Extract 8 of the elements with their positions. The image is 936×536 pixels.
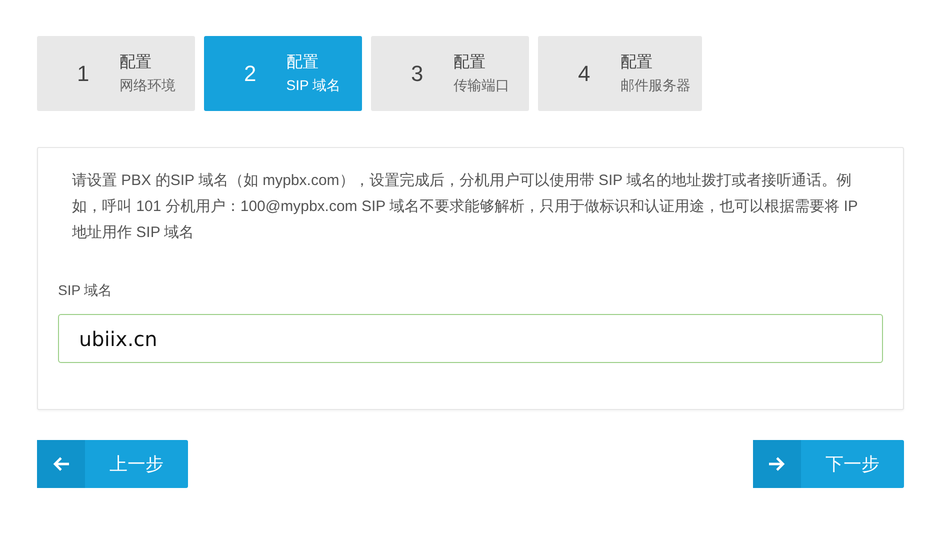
domain-input-field[interactable]: ubiix.cn — [58, 314, 883, 363]
step-tab[interactable]: 4 配置 邮件服务器 — [538, 36, 702, 111]
field-label: SIP 域名 — [58, 282, 112, 300]
left-arrow-icon — [52, 455, 70, 473]
description-text: 请设置 PBX 的SIP 域名（如 mypbx.com），设置完成后，分机用户可以使用带 SIP 域名的地址拨打或者接听通话。例如，呼叫 101 分机用户：100@mypbx.com SIP 域名不要求能够解析，只用于做标识和认证用途，也可以根据需要将 IP 地址用作 SIP 域名 — [72, 171, 859, 243]
step-tab[interactable]: 3 配置 传输端口 — [371, 36, 529, 111]
step-tab[interactable]: 1 配置 网络环境 — [37, 36, 195, 111]
right-arrow-icon — [768, 455, 786, 473]
